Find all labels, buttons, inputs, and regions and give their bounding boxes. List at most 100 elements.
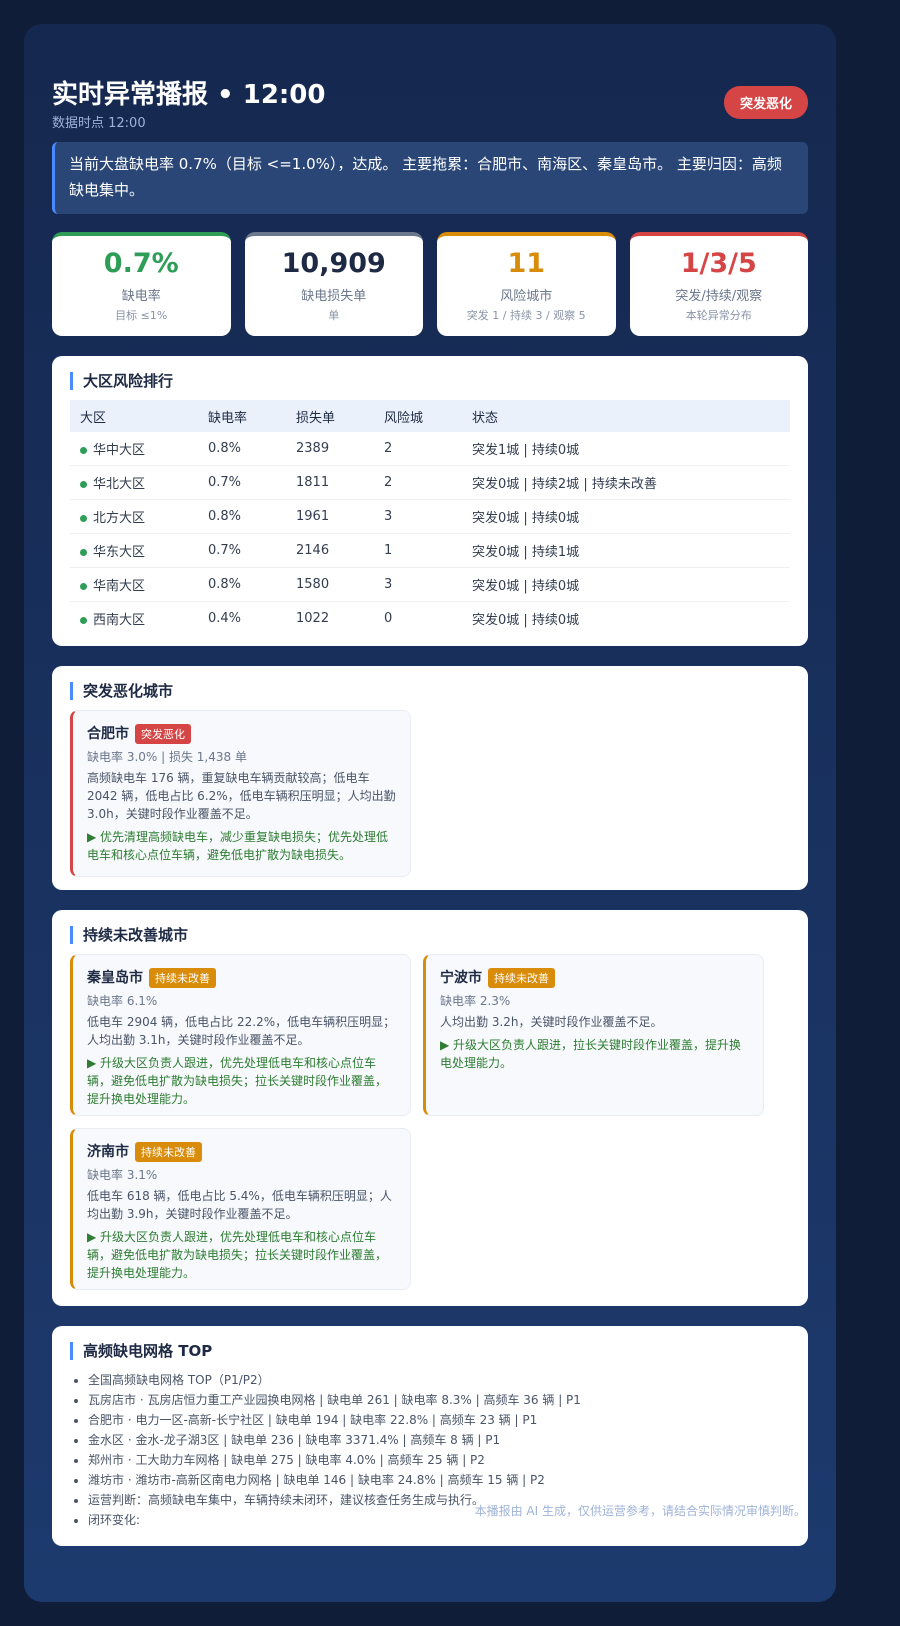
kpi-card-risk-cities: 11 风险城市 突发 1 / 持续 3 / 观察 5: [437, 232, 616, 336]
region-name: 华北大区: [93, 477, 146, 492]
column-header: 状态: [462, 400, 790, 432]
sudden-cities-card: 突发恶化城市 合肥市 突发恶化 缺电率 3.0% | 损失 1,438 单 高频缺…: [52, 666, 808, 890]
region-ranking-card: 大区风险排行 大区 缺电率 损失单 风险城 状态 华中大区 0.8% 2 389 …: [52, 356, 808, 646]
city-name: 秦皇岛市: [87, 970, 143, 986]
table-row: 西南大区 0.4% 1022 0 突发0城 | 持续0城: [70, 602, 790, 636]
city-action: ▶ 升级大区负责人跟进，优先处理低电车和核心点位车辆，避免低电扩散为缺电损失；拉…: [87, 1229, 388, 1280]
table-row: 华东大区 0.7% 2146 1 突发0城 | 持续1城: [70, 533, 790, 568]
status-tag: 持续未改善: [135, 1141, 202, 1162]
rate-cell: 0.7%: [198, 465, 286, 500]
status-dot: [80, 515, 87, 522]
section-title: 持续未改善城市: [70, 926, 790, 944]
kpi-value: 11: [507, 248, 546, 279]
city-card-jinan: 济南市 持续未改善 缺电率 3.1% 低电车 618 辆，低电占比 5.4%，低电…: [70, 1128, 411, 1290]
city-heading: 秦皇岛市 持续未改善: [87, 967, 396, 988]
region-name: 华南大区: [93, 579, 146, 594]
city-diagnosis: 人均出勤 3.2h，关键时段作业覆盖不足。: [440, 1014, 663, 1029]
column-header: 风险城: [374, 400, 462, 432]
loss-cell: 1022: [296, 611, 330, 626]
region-name: 华东大区: [93, 545, 146, 560]
city-card-ningbo: 宁波市 持续未改善 缺电率 2.3% 人均出勤 3.2h，关键时段作业覆盖不足。 …: [423, 954, 764, 1116]
city-meta: 缺电率 3.0% | 损失 1,438 单: [87, 749, 247, 764]
table-header-row: 大区 缺电率 损失单 风险城 状态: [70, 400, 790, 432]
rate-cell: 0.7%: [198, 533, 286, 568]
section-title: 大区风险排行: [70, 372, 790, 390]
kpi-sub: 本轮异常分布: [685, 309, 752, 322]
rate-cell: 0.8%: [198, 432, 286, 466]
city-heading: 宁波市 持续未改善: [440, 967, 749, 988]
region-table: 大区 缺电率 损失单 风险城 状态 华中大区 0.8% 2389 2 突发1城 …: [70, 400, 790, 635]
kpi-label: 突发/持续/观察: [675, 289, 763, 304]
section-title: 突发恶化城市: [70, 682, 790, 700]
city-heading: 合肥市 突发恶化: [87, 723, 396, 744]
kpi-row: 0.7% 缺电率 目标 ≤1% 10,909 缺电损失单 单 11 风险城市 突…: [52, 232, 808, 336]
region-cell: 华南大区: [70, 567, 198, 602]
kpi-value: 0.7%: [103, 248, 179, 279]
status-dot: [80, 549, 87, 556]
city-meta: 缺电率 6.1%: [87, 993, 158, 1008]
status-tag: 持续未改善: [488, 967, 555, 988]
loss-cell: 1811: [286, 465, 374, 500]
region-name: 华中大区: [93, 443, 146, 458]
city-card-hefei: 合肥市 突发恶化 缺电率 3.0% | 损失 1,438 单 高频缺电车 176 …: [70, 710, 411, 877]
risk-city-cell: 3: [374, 567, 462, 602]
table-row: 北方大区 0.8% 1961 3 突发0城 | 持续0城: [70, 499, 790, 534]
risk-city-cell: 2: [374, 432, 462, 466]
risk-city-cell: 1: [374, 533, 462, 568]
status-cell: 突发0城 | 持续1城: [462, 533, 790, 568]
city-action: ▶ 升级大区负责人跟进，优先处理低电车和核心点位车辆，避免低电扩散为缺电损失；拉…: [87, 1055, 388, 1106]
loss-cell: 1961: [286, 499, 374, 534]
kpi-sub: 突发 1 / 持续 3 / 观察 5: [466, 309, 586, 322]
status-dot: [80, 447, 87, 454]
status-tag: 突发恶化: [135, 723, 191, 744]
list-item: 全国高频缺电网格 TOP（P1/P2）: [88, 1370, 790, 1390]
status-cell: 突发0城 | 持续0城: [462, 499, 790, 534]
rate-cell: 0.8%: [198, 499, 286, 534]
status-tag: 持续未改善: [149, 967, 216, 988]
city-meta: 缺电率 2.3%: [440, 993, 511, 1008]
data-timestamp: 数据时点 12:00: [52, 116, 146, 131]
page-title: 实时异常播报 • 12:00: [52, 80, 326, 110]
kpi-value: 10,909: [281, 248, 386, 279]
column-header: 损失单: [286, 400, 374, 432]
status-dot: [80, 481, 87, 488]
risk-city-cell: 0: [384, 611, 393, 626]
status-dot: [80, 583, 87, 590]
column-header: 缺电率: [198, 400, 286, 432]
section-title: 高频缺电网格 TOP: [70, 1342, 790, 1360]
report-content: 实时异常播报 • 12:00 数据时点 12:00 突发恶化 当前大盘缺电率 0…: [52, 48, 808, 1546]
list-item: 合肥市 · 电力一区-高新-长宁社区 | 缺电单 194 | 缺电率 22.8%…: [88, 1410, 790, 1430]
region-cell: 华东大区: [70, 533, 198, 568]
list-item: 瓦房店市 · 瓦房店恒力重工产业园换电网格 | 缺电单 261 | 缺电率 8.…: [88, 1390, 790, 1410]
loss-cell: 1580: [286, 567, 374, 602]
region-cell: 西南大区: [70, 602, 198, 636]
status-cell: 突发1城 | 持续0城: [462, 432, 790, 466]
report-header: 实时异常播报 • 12:00 数据时点 12:00 突发恶化: [52, 48, 808, 136]
list-item: 潍坊市 · 潍坊市-高新区南电力网格 | 缺电单 146 | 缺电率 24.8%…: [88, 1470, 790, 1490]
city-name: 济南市: [87, 1144, 129, 1160]
report-panel: 实时异常播报 • 12:00 数据时点 12:00 突发恶化 当前大盘缺电率 0…: [24, 24, 836, 1602]
city-diagnosis: 低电车 618 辆，低电占比 5.4%，低电车辆积压明显；人均出勤 3.9h，关…: [87, 1188, 392, 1221]
column-header: 大区: [70, 400, 198, 432]
list-item: 金水区 · 金水-龙子湖3区 | 缺电单 236 | 缺电率 3371.4% |…: [88, 1430, 790, 1450]
rate-cell: 0.4%: [208, 611, 242, 626]
persistent-cities-card: 持续未改善城市 秦皇岛市 持续未改善 缺电率 6.1% 低电车 2904 辆，低电…: [52, 910, 808, 1306]
kpi-card-rate: 0.7% 缺电率 目标 ≤1%: [52, 232, 231, 336]
city-action: ▶ 升级大区负责人跟进，拉长关键时段作业覆盖，提升换电处理能力。: [440, 1037, 742, 1070]
city-action: ▶ 优先清理高频缺电车，减少重复缺电损失；优先处理低电车和核心点位车辆，避免低电…: [87, 829, 389, 862]
status-dot: [80, 617, 87, 624]
loss-cell: 2146: [286, 533, 374, 568]
city-grid: 合肥市 突发恶化 缺电率 3.0% | 损失 1,438 单 高频缺电车 176 …: [70, 710, 790, 877]
table-row: 华北大区 0.7% 1811 2 突发0城 | 持续2城 | 持续未改善: [70, 465, 790, 500]
kpi-value: 1/3/5: [680, 248, 757, 279]
kpi-label: 风险城市: [500, 289, 553, 304]
kpi-card-loss: 10,909 缺电损失单 单: [244, 232, 423, 336]
city-heading: 济南市 持续未改善: [87, 1141, 396, 1162]
status-cell: 突发0城 | 持续0城: [462, 567, 790, 602]
table-row: 华南大区 0.8% 1580 3 突发0城 | 持续0城: [70, 567, 790, 602]
kpi-label: 缺电率: [121, 289, 161, 304]
city-diagnosis: 低电车 2904 辆，低电占比 22.2%，低电车辆积压明显；人均出勤 3.1h…: [87, 1014, 396, 1047]
table-row: 华中大区 0.8% 2389 2 突发1城 | 持续0城: [70, 432, 790, 466]
risk-city-cell: 2: [374, 465, 462, 500]
alert-badge: 突发恶化: [723, 86, 808, 119]
